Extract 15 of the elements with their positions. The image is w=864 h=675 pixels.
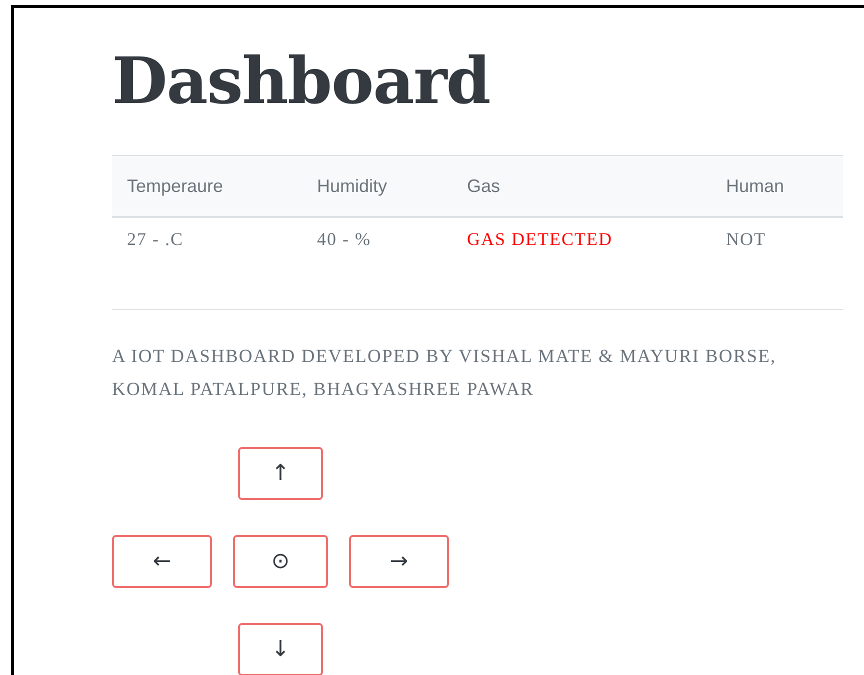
- down-arrow-button[interactable]: ↓: [238, 623, 323, 675]
- alert-cell: GAS DETECTED: [452, 217, 711, 260]
- table-cell: 27 - .C: [112, 217, 302, 260]
- column-header: Temperaure: [112, 156, 302, 217]
- column-header: Gas: [452, 156, 711, 217]
- column-header: Humidity: [302, 156, 452, 217]
- credits-text: A IOT DASHBOARD DEVELOPED BY VISHAL MATE & MAYURI BORSE, KOMAL PATALPURE, BHAGYASHREE PAWAR: [112, 346, 778, 402]
- stop-button[interactable]: ⊙: [233, 535, 328, 588]
- table-cell: 40 - %: [302, 217, 452, 260]
- left-arrow-button[interactable]: ←: [112, 535, 212, 588]
- page-title: Dashboard: [112, 43, 491, 121]
- right-arrow-button[interactable]: →: [349, 535, 449, 588]
- column-header: Human: [711, 156, 843, 217]
- up-arrow-button[interactable]: ↑: [238, 447, 323, 500]
- table-cell: NOT: [711, 217, 843, 260]
